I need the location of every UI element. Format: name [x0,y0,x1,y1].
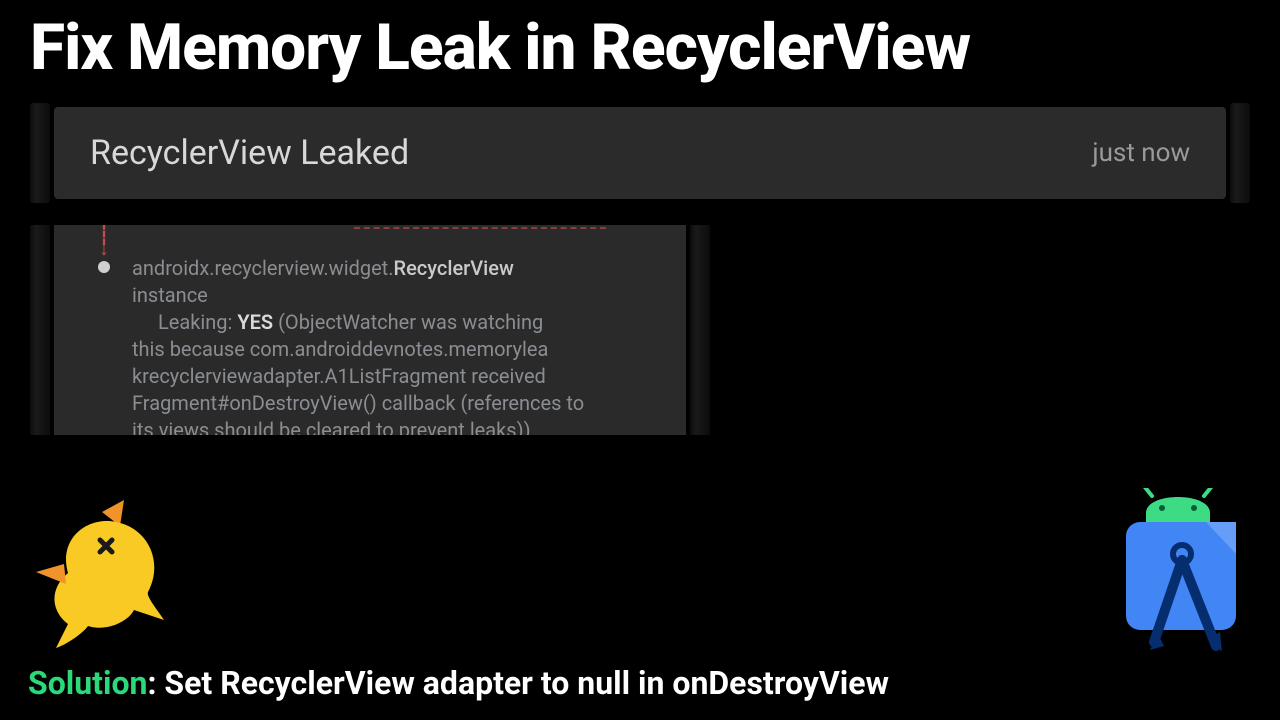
leak-node-bullet-icon [98,261,110,273]
leak-trace-panel: ┆ ↓ androidx.recyclerview.widget.Recycle… [30,225,710,435]
leak-trace-arrow-icon: ┆ ↓ [98,227,110,273]
page-title: Fix Memory Leak in RecyclerView [0,0,1280,85]
leakcanary-bird-icon [28,498,188,652]
solution-label: Solution [28,664,147,702]
solution-text: : Set RecyclerView adapter to null in on… [147,664,889,702]
leak-trace-text: androidx.recyclerview.widget.RecyclerVie… [132,255,666,435]
notification-title: RecyclerView Leaked [90,133,409,173]
notification-panel: RecyclerView Leaked just now [30,103,1250,203]
device-frame-edge [30,103,50,203]
device-frame-edge [690,225,710,435]
notification-timestamp: just now [1092,138,1190,168]
leak-trace-body[interactable]: ┆ ↓ androidx.recyclerview.widget.Recycle… [54,225,686,435]
android-studio-icon [1098,488,1258,662]
notification-body[interactable]: RecyclerView Leaked just now [54,107,1226,199]
solution-line: Solution: Set RecyclerView adapter to nu… [28,664,889,702]
leak-trace-divider [354,227,606,229]
device-frame-edge [1230,103,1250,203]
device-frame-edge [30,225,50,435]
